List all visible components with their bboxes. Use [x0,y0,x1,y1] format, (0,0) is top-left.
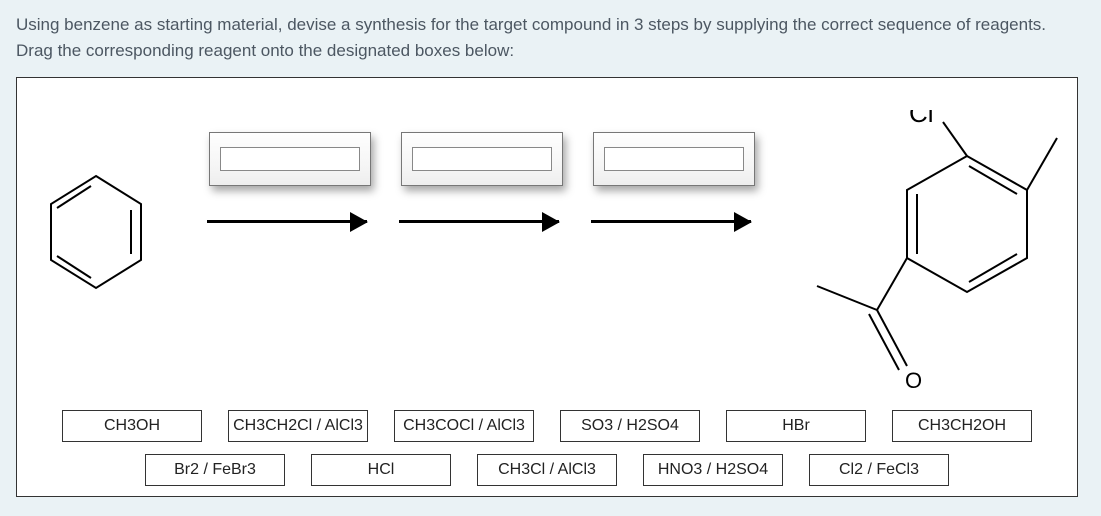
reagent-option[interactable]: HNO3 / H2SO4 [643,454,783,486]
reagent-dropzone-3[interactable] [593,132,755,186]
reagent-option[interactable]: CH3COCl / AlCl3 [394,410,534,442]
reagent-option[interactable]: CH3Cl / AlCl3 [477,454,617,486]
reaction-arrow-3 [591,220,751,223]
benzene-structure [41,170,151,300]
reagent-dropzone-2[interactable] [401,132,563,186]
reagent-option[interactable]: CH3OH [62,410,202,442]
reagent-row-1: CH3OH CH3CH2Cl / AlCl3 CH3COCl / AlCl3 S… [62,410,1032,442]
reagent-palette: CH3OH CH3CH2Cl / AlCl3 CH3COCl / AlCl3 S… [17,410,1077,486]
cl-label: Cl [909,110,934,128]
question-text: Using benzene as starting material, devi… [16,12,1085,63]
reagent-row-2: Br2 / FeBr3 HCl CH3Cl / AlCl3 HNO3 / H2S… [145,454,949,486]
reaction-area: O Cl [17,78,1077,388]
reagent-dropzone-1[interactable] [209,132,371,186]
reagent-option[interactable]: CH3CH2Cl / AlCl3 [228,410,368,442]
reagent-option[interactable]: HCl [311,454,451,486]
reagent-option[interactable]: Br2 / FeBr3 [145,454,285,486]
reagent-option[interactable]: Cl2 / FeCl3 [809,454,949,486]
reaction-arrow-1 [207,220,367,223]
svg-text:O: O [905,368,922,393]
workspace-panel: O Cl CH3OH CH3CH2Cl / AlCl3 CH3COCl / Al… [16,77,1078,497]
product-structure: O Cl [759,110,1059,410]
reagent-option[interactable]: HBr [726,410,866,442]
reagent-option[interactable]: CH3CH2OH [892,410,1032,442]
reagent-option[interactable]: SO3 / H2SO4 [560,410,700,442]
reaction-arrow-2 [399,220,559,223]
